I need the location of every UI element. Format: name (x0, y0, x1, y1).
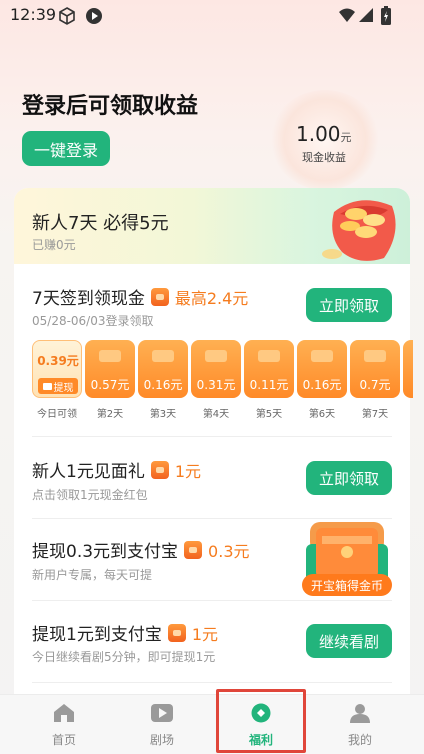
signin-highlight: 最高2.4元 (174, 288, 249, 308)
cube-icon (59, 7, 75, 25)
signin-title-row: 7天签到领现金 最高2.4元 (32, 284, 248, 309)
banner-title: 新人7天 必得5元 (32, 213, 169, 234)
envelope-flap-icon (311, 350, 333, 362)
cash-label: 现金收益 (302, 151, 346, 164)
signin-day-2[interactable]: 0.57元 (85, 340, 135, 398)
task-title: 提现0.3元到支付宝 (32, 542, 179, 562)
active-tab-highlight-box (216, 689, 306, 753)
profile-icon (350, 704, 370, 723)
signin-day-1[interactable]: 0.39元 提现 (32, 340, 82, 398)
day-label: 今日可领 (37, 409, 77, 420)
day-label: 第3天 (149, 409, 177, 420)
envelope-flap-icon (152, 350, 174, 362)
newbie-gift-claim-button[interactable]: 立即领取 (306, 461, 392, 495)
signal-icon (359, 8, 373, 22)
signin-title: 7天签到领现金 (32, 289, 145, 309)
task-title-row: 提现1元到支付宝 1元 (32, 620, 218, 645)
open-chest-label[interactable]: 开宝箱得金币 (302, 574, 392, 596)
newbie-banner[interactable]: 新人7天 必得5元 已赚0元 (14, 188, 410, 264)
red-envelope-icon (150, 287, 169, 306)
wifi-icon (339, 8, 355, 22)
continue-watching-button[interactable]: 继续看剧 (306, 624, 392, 658)
signin-day-7[interactable]: 0.7元 (350, 340, 400, 398)
day-amount: 0.39元 (37, 354, 79, 368)
signin-subtitle: 05/28-06/03登录领取 (32, 314, 154, 328)
task-title: 提现1元到支付宝 (32, 625, 162, 645)
cash-unit: 元 (340, 131, 352, 144)
signin-day-8-partial (403, 340, 413, 398)
day-amount: 0.31元 (196, 378, 236, 392)
day-label: 第7天 (361, 409, 389, 420)
signin-day-4[interactable]: 0.31元 (191, 340, 241, 398)
page-title: 登录后可领取收益 (22, 94, 199, 119)
red-envelope-icon (167, 623, 186, 642)
battery-icon (381, 6, 391, 25)
cash-amount: 1.00元 (296, 122, 352, 146)
status-bar: 12:39 (0, 0, 424, 30)
one-click-login-button[interactable]: 一键登录 (22, 131, 110, 166)
day-amount: 0.7元 (359, 378, 391, 392)
signin-claim-button[interactable]: 立即领取 (306, 288, 392, 322)
tab-profile[interactable]: 我的 (320, 695, 400, 754)
play-circle-icon (86, 8, 102, 24)
red-envelope-icon (150, 460, 169, 479)
day-amount: 0.57元 (90, 378, 130, 392)
task-highlight: 1元 (174, 461, 202, 481)
day-label: 第2天 (96, 409, 124, 420)
tab-theater[interactable]: 剧场 (122, 695, 202, 754)
signin-day-3[interactable]: 0.16元 (138, 340, 188, 398)
home-icon (54, 704, 74, 722)
play-icon (151, 704, 173, 722)
divider (32, 518, 392, 519)
divider (32, 682, 392, 683)
wallet-icon (42, 382, 52, 390)
task-subtitle: 新用户专属，每天可提 (32, 568, 153, 582)
tab-label: 剧场 (149, 733, 174, 747)
divider (32, 436, 392, 437)
divider (32, 600, 392, 601)
envelope-flap-icon (258, 350, 280, 362)
day-label: 第4天 (202, 409, 230, 420)
day-label: 第6天 (308, 409, 336, 420)
envelope-flap-icon (99, 350, 121, 362)
tab-label: 我的 (347, 733, 372, 747)
tab-label: 首页 (51, 733, 76, 747)
status-time: 12:39 (10, 5, 57, 24)
banner-subtitle: 已赚0元 (32, 238, 76, 252)
tab-home[interactable]: 首页 (24, 695, 104, 754)
envelope-flap-icon (205, 350, 227, 362)
signin-day-6[interactable]: 0.16元 (297, 340, 347, 398)
bottom-tab-bar: 首页 剧场 福利 我的 (0, 694, 424, 754)
task-highlight: 0.3元 (208, 541, 250, 561)
task-title: 新人1元见面礼 (32, 462, 145, 482)
envelope-flap-icon (364, 350, 386, 362)
withdraw-tag: 提现 (38, 378, 78, 394)
day-label: 第5天 (255, 409, 283, 420)
task-subtitle: 点击领取1元现金红包 (32, 488, 148, 502)
red-envelope-icon (184, 540, 203, 559)
red-envelope-bag-icon (322, 200, 396, 261)
task-subtitle: 今日继续看剧5分钟，即可提现1元 (32, 650, 216, 664)
signin-day-5[interactable]: 0.11元 (244, 340, 294, 398)
day-amount: 0.16元 (302, 378, 342, 392)
task-highlight: 1元 (191, 624, 219, 644)
day-amount: 0.16元 (143, 378, 183, 392)
day-amount: 0.11元 (249, 378, 289, 392)
task-title-row: 新人1元见面礼 1元 (32, 457, 201, 482)
task-title-row: 提现0.3元到支付宝 0.3元 (32, 537, 250, 562)
